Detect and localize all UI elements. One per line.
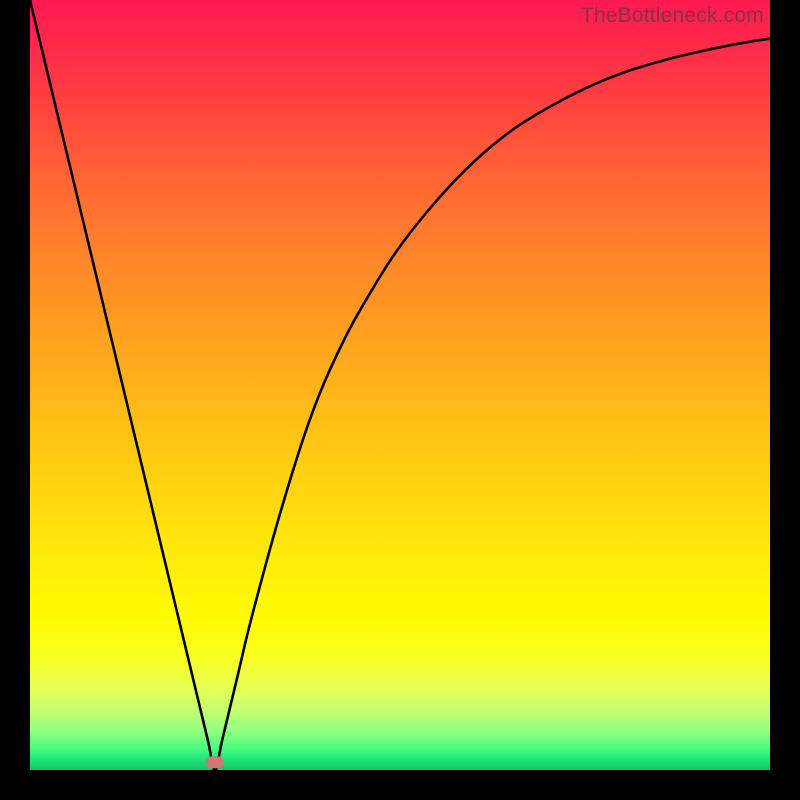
- bottleneck-curve: [30, 0, 770, 770]
- minimum-marker: [206, 756, 224, 768]
- chart-frame: TheBottleneck.com: [30, 0, 770, 770]
- chart-svg: [30, 0, 770, 770]
